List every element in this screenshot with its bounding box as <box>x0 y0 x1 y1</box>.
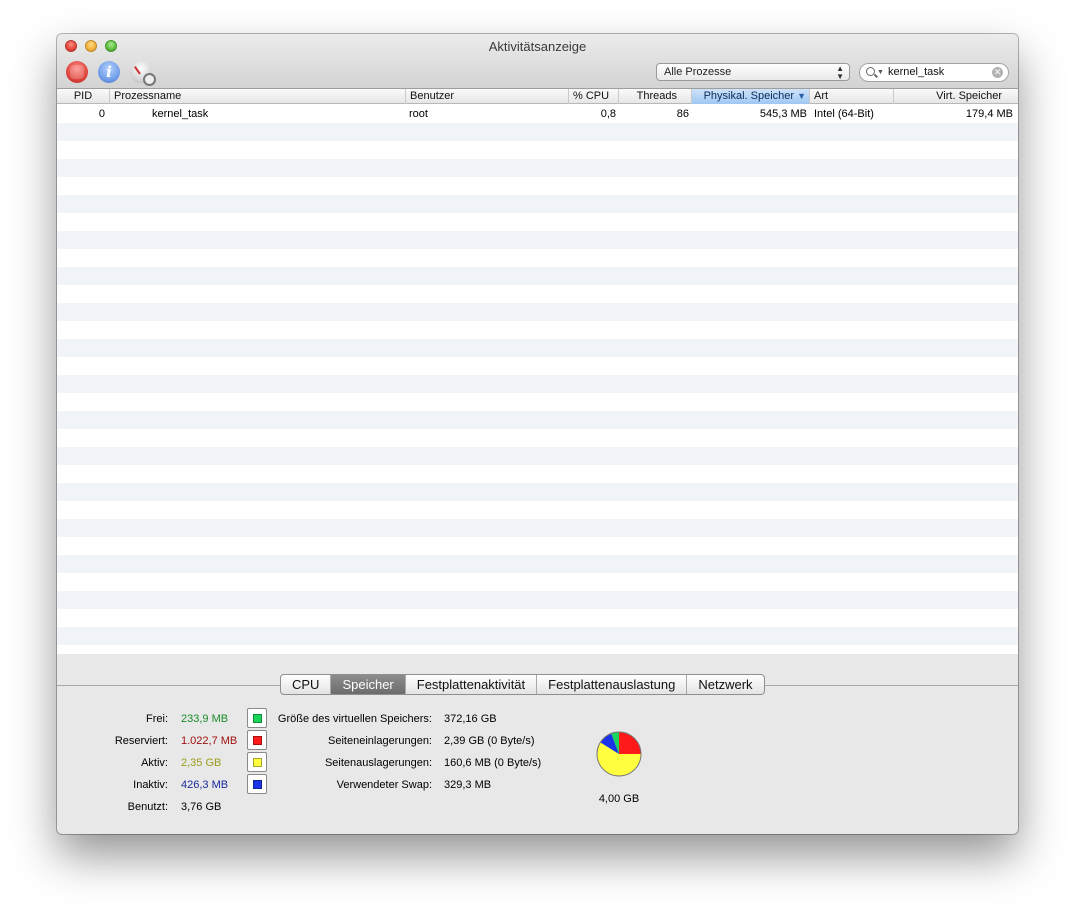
page-ins-label: Seiteneinlagerungen: <box>328 735 432 747</box>
column-header-process-name[interactable]: Prozessname <box>110 89 406 104</box>
column-header-arch[interactable]: Art <box>810 89 894 104</box>
window-title: Aktivitätsanzeige <box>488 39 587 54</box>
cell-virtual-memory: 179,4 MB <box>965 108 1013 120</box>
search-field[interactable]: ▼ kernel_task ✕ <box>859 63 1009 82</box>
cell-physical-memory: 545,3 MB <box>759 108 807 120</box>
column-header-pid[interactable]: PID <box>57 89 110 104</box>
memory-pie-chart <box>596 731 642 777</box>
cell-process-name: kernel_task <box>152 108 209 120</box>
table-header: PID Prozessname Benutzer % CPU Threads P… <box>57 89 1018 104</box>
wired-label: Reserviert: <box>114 735 168 747</box>
active-value: 2,35 GB <box>181 757 222 769</box>
search-icon <box>866 67 875 76</box>
page-outs-label: Seitenauslagerungen: <box>324 757 432 769</box>
search-menu-caret-icon[interactable]: ▼ <box>877 64 884 81</box>
sample-process-icon[interactable] <box>130 61 156 86</box>
column-header-cpu[interactable]: % CPU <box>569 89 619 104</box>
table-row[interactable]: 0 kernel_task root 0,8 86 545,3 MB Intel… <box>57 105 1018 123</box>
total-memory-value: 4,00 GB <box>598 793 640 805</box>
used-value: 3,76 GB <box>181 801 222 813</box>
used-label: Benutzt: <box>127 801 168 813</box>
select-arrows-icon: ▲ ▼ <box>836 64 844 81</box>
column-header-virtual-memory[interactable]: Virt. Speicher <box>894 89 1018 104</box>
info-icon[interactable]: i <box>98 61 120 83</box>
tab-memory[interactable]: Speicher <box>331 675 406 694</box>
tab-cpu[interactable]: CPU <box>281 675 332 694</box>
column-header-threads[interactable]: Threads <box>619 89 692 104</box>
quit-process-icon[interactable] <box>66 61 88 83</box>
vm-size-label: Größe des virtuellen Speichers: <box>277 713 432 725</box>
tab-disk-usage[interactable]: Festplattenauslastung <box>537 675 688 694</box>
activity-monitor-window: Aktivitätsanzeige i Alle Prozesse ▲ ▼ ▼ k… <box>57 34 1018 834</box>
inactive-value: 426,3 MB <box>181 779 229 791</box>
sort-descending-icon: ▼ <box>797 91 806 101</box>
vm-size-value: 372,16 GB <box>444 713 497 725</box>
page-outs-value: 160,6 MB (0 Byte/s) <box>444 757 542 769</box>
process-table: PID Prozessname Benutzer % CPU Threads P… <box>57 89 1018 654</box>
cell-pid: 0 <box>98 108 105 120</box>
column-header-physical-memory-label: Physikal. Speicher <box>703 90 795 102</box>
active-label: Aktiv: <box>141 757 168 769</box>
page-ins-value: 2,39 GB (0 Byte/s) <box>444 735 535 747</box>
clear-search-icon[interactable]: ✕ <box>992 67 1003 78</box>
tab-disk-activity[interactable]: Festplattenaktivität <box>406 675 538 694</box>
free-label: Frei: <box>146 713 168 725</box>
process-filter-select[interactable]: Alle Prozesse ▲ ▼ <box>656 63 850 81</box>
swap-value: 329,3 MB <box>444 779 492 791</box>
search-input[interactable]: kernel_task <box>888 64 944 81</box>
cell-cpu: 0,8 <box>600 108 616 120</box>
titlebar: Aktivitätsanzeige i Alle Prozesse ▲ ▼ ▼ k… <box>57 34 1018 89</box>
free-value: 233,9 MB <box>181 713 229 725</box>
table-body: 0 kernel_task root 0,8 86 545,3 MB Intel… <box>57 105 1018 654</box>
inactive-label: Inaktiv: <box>133 779 168 791</box>
column-header-physical-memory[interactable]: Physikal. Speicher ▼ <box>692 89 810 104</box>
cell-arch: Intel (64-Bit) <box>814 108 874 120</box>
wired-value: 1.022,7 MB <box>181 735 238 747</box>
tab-bar: CPU Speicher Festplattenaktivität Festpl… <box>280 674 765 695</box>
process-filter-value: Alle Prozesse <box>664 66 732 78</box>
cell-threads: 86 <box>676 108 689 120</box>
cell-user: root <box>409 108 428 120</box>
tab-network[interactable]: Netzwerk <box>687 675 763 694</box>
swap-label: Verwendeter Swap: <box>336 779 432 791</box>
column-header-user[interactable]: Benutzer <box>406 89 569 104</box>
